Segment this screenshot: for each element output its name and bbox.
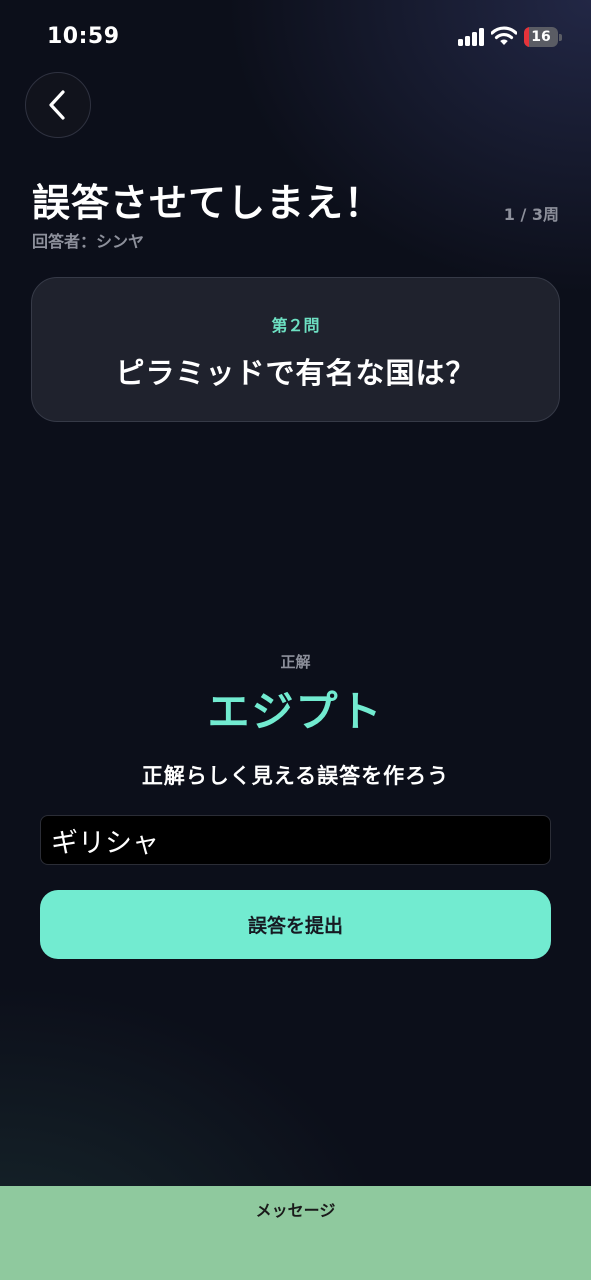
correct-answer: エジプト xyxy=(207,687,384,736)
instruction-text: 正解らしく見える誤答を作ろう xyxy=(141,764,450,788)
question-card: 第２問 ピラミッドで有名な国は？ xyxy=(31,277,560,422)
chevron-left-icon xyxy=(49,90,65,120)
wifi-icon xyxy=(490,26,518,46)
battery-percentage: 16 xyxy=(531,29,551,45)
message-label: メッセージ xyxy=(255,1201,336,1220)
question-number: 第２問 xyxy=(271,316,320,335)
back-button[interactable] xyxy=(25,72,91,138)
answerer-label: 回答者：シンヤ xyxy=(32,232,145,251)
correct-answer-label: 正解 xyxy=(280,653,311,671)
battery-icon: 16 xyxy=(524,27,562,47)
status-time: 10:59 xyxy=(47,24,120,49)
round-counter: 1 / 3周 xyxy=(503,205,559,224)
page-title: 誤答させてしまえ！ xyxy=(32,181,384,225)
wrong-answer-input[interactable] xyxy=(40,815,551,865)
submit-wrong-answer-button[interactable]: 誤答を提出 xyxy=(40,890,551,959)
message-bar[interactable]: メッセージ xyxy=(0,1186,591,1280)
cellular-signal-icon xyxy=(458,28,484,46)
status-bar: 10:59 16 xyxy=(0,0,591,70)
question-text: ピラミッドで有名な国は？ xyxy=(115,356,476,390)
